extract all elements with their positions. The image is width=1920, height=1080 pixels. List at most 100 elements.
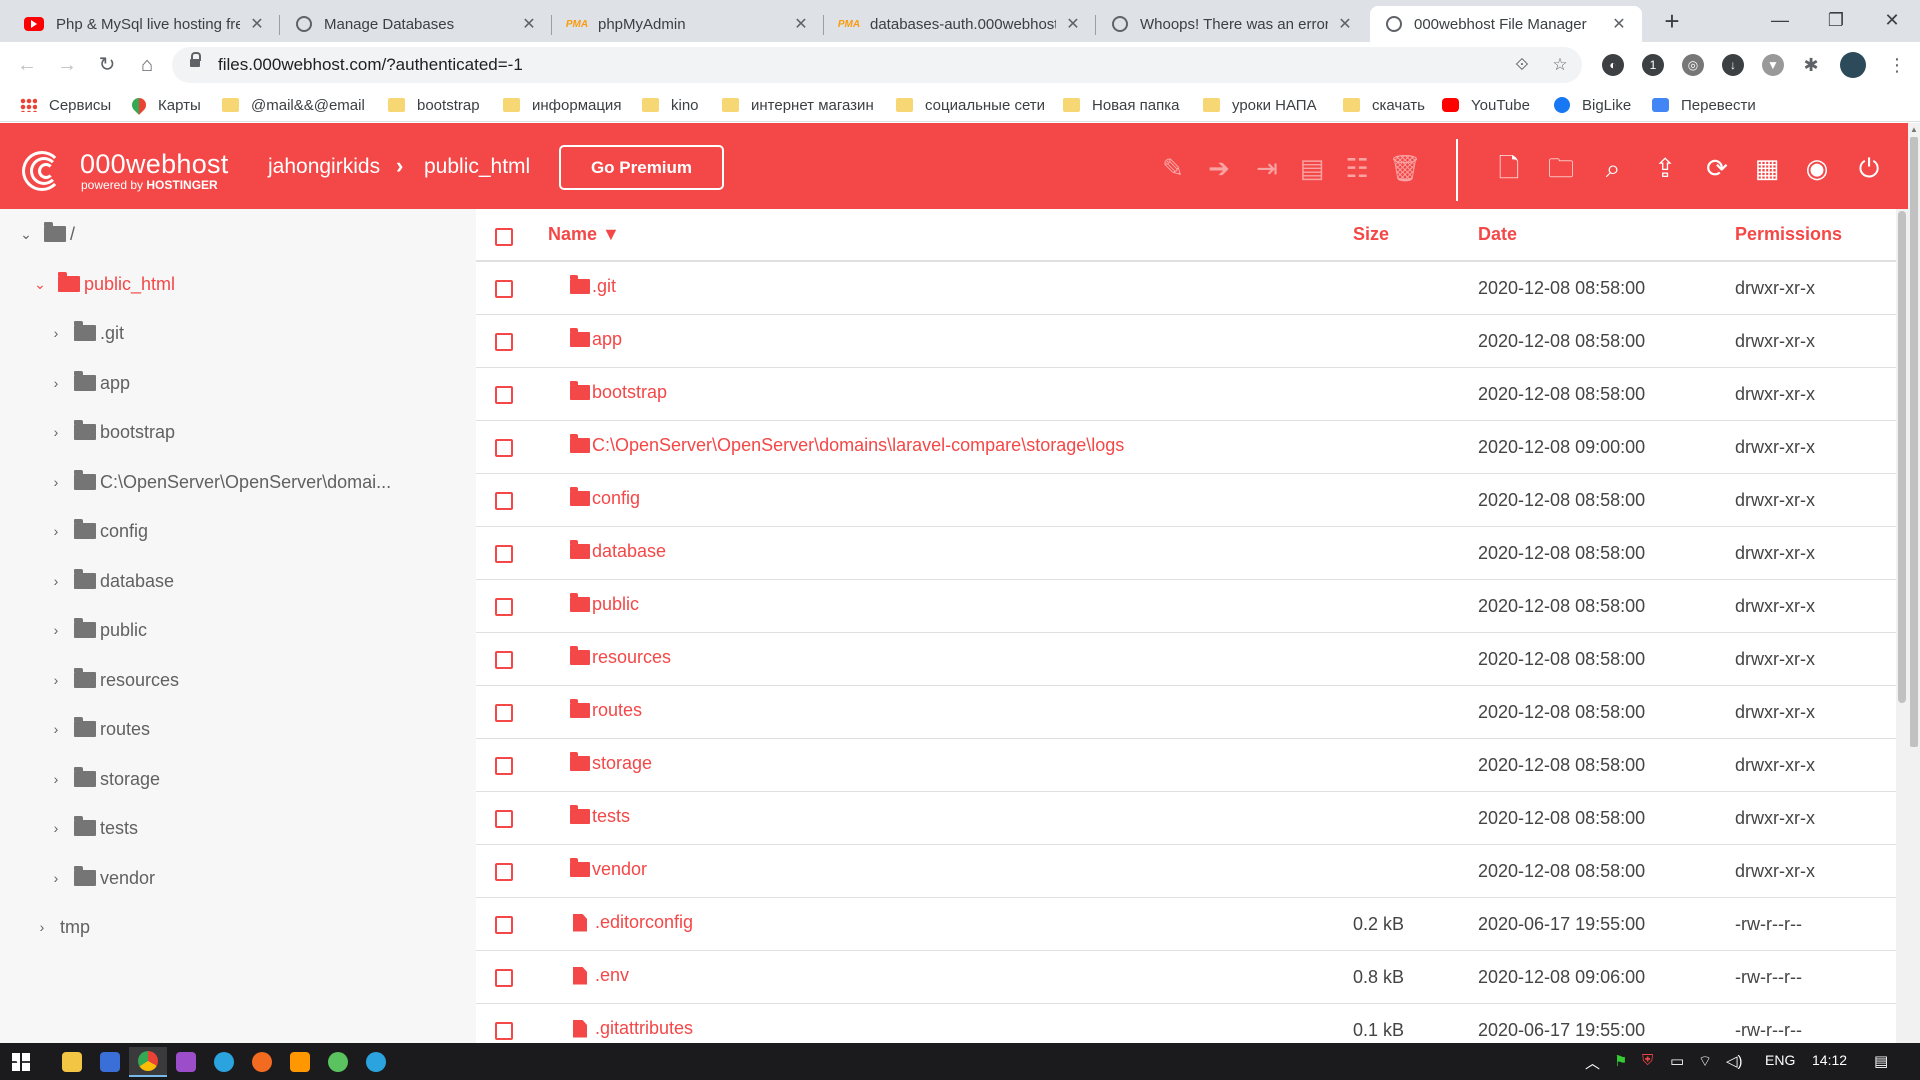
browser-tab[interactable]: PMA phpMyAdmin ✕ bbox=[552, 6, 824, 42]
chevron-right-icon[interactable]: › bbox=[46, 622, 66, 638]
file-name-cell[interactable]: routes bbox=[570, 699, 642, 721]
chevron-right-icon[interactable]: › bbox=[46, 573, 66, 589]
breadcrumb-current[interactable]: public_html bbox=[424, 155, 530, 179]
bookmark-item[interactable]: информация bbox=[503, 95, 621, 115]
row-checkbox[interactable] bbox=[495, 492, 513, 510]
extension-icon[interactable]: ◎ bbox=[1682, 54, 1704, 76]
new-tab-button[interactable]: + bbox=[1656, 6, 1688, 38]
lock-icon[interactable] bbox=[190, 52, 201, 69]
table-row[interactable]: tests 2020-12-08 08:58:00 drwxr-xr-x bbox=[476, 792, 1896, 845]
select-all-checkbox[interactable] bbox=[495, 228, 513, 246]
column-size-header[interactable]: Size bbox=[1353, 224, 1389, 245]
page-scrollbar[interactable]: ▲ bbox=[1908, 123, 1920, 1043]
archive-icon[interactable]: ▤ bbox=[1295, 151, 1329, 185]
battery-icon[interactable]: ▭ bbox=[1670, 1052, 1684, 1070]
tree-item[interactable]: › C:\OpenServer\OpenServer\domai... bbox=[46, 468, 391, 496]
table-row[interactable]: resources 2020-12-08 08:58:00 drwxr-xr-x bbox=[476, 633, 1896, 686]
file-name-cell[interactable]: .gitattributes bbox=[570, 1018, 693, 1039]
tree-item[interactable]: › database bbox=[46, 567, 174, 595]
row-checkbox[interactable] bbox=[495, 651, 513, 669]
tree-item[interactable]: › public bbox=[46, 616, 147, 644]
taskbar-sublime[interactable] bbox=[281, 1047, 319, 1077]
address-bar[interactable]: files.000webhost.com/?authenticated=-1 ⟐… bbox=[172, 47, 1582, 83]
refresh-icon[interactable]: ⟳ bbox=[1700, 151, 1734, 185]
breadcrumb-account[interactable]: jahongirkids bbox=[268, 155, 380, 179]
row-checkbox[interactable] bbox=[495, 545, 513, 563]
bookmark-item[interactable]: социальные сети bbox=[896, 95, 1045, 115]
minimize-button[interactable]: — bbox=[1752, 0, 1808, 42]
globe-icon[interactable]: ◉ bbox=[1800, 151, 1834, 185]
browser-tab[interactable]: Manage Databases ✕ bbox=[280, 6, 552, 42]
table-row[interactable]: config 2020-12-08 08:58:00 drwxr-xr-x bbox=[476, 474, 1896, 527]
table-row[interactable]: C:\OpenServer\OpenServer\domains\laravel… bbox=[476, 421, 1896, 474]
new-folder-icon[interactable]: 🗀 bbox=[1544, 151, 1578, 185]
bookmark-item[interactable]: bootstrap bbox=[388, 95, 480, 115]
bookmark-item[interactable]: скачать bbox=[1343, 95, 1425, 115]
maximize-button[interactable]: ❐ bbox=[1808, 0, 1864, 42]
tree-item[interactable]: › vendor bbox=[46, 864, 155, 892]
file-name-cell[interactable]: storage bbox=[570, 752, 652, 774]
browser-tab[interactable]: Whoops! There was an error. ✕ bbox=[1096, 6, 1368, 42]
table-row[interactable]: public 2020-12-08 08:58:00 drwxr-xr-x bbox=[476, 580, 1896, 633]
close-icon[interactable]: ✕ bbox=[1064, 14, 1082, 34]
table-row[interactable]: app 2020-12-08 08:58:00 drwxr-xr-x bbox=[476, 315, 1896, 368]
taskbar-app[interactable] bbox=[319, 1047, 357, 1077]
table-row[interactable]: bootstrap 2020-12-08 08:58:00 drwxr-xr-x bbox=[476, 368, 1896, 421]
chevron-down-icon[interactable]: ⌄ bbox=[30, 276, 50, 293]
file-name-cell[interactable]: .editorconfig bbox=[570, 912, 693, 933]
back-button[interactable]: ← bbox=[12, 50, 42, 80]
bookmark-item[interactable]: уроки НАПА bbox=[1203, 95, 1317, 115]
table-row[interactable]: .env 0.8 kB 2020-12-08 09:06:00 -rw-r--r-- bbox=[476, 951, 1896, 1004]
taskbar-telegram[interactable] bbox=[357, 1047, 395, 1077]
row-checkbox[interactable] bbox=[495, 757, 513, 775]
tree-item[interactable]: › config bbox=[46, 517, 148, 545]
menu-kebab-icon[interactable]: ⋮ bbox=[1882, 50, 1912, 80]
chevron-right-icon[interactable]: › bbox=[46, 523, 66, 539]
row-checkbox[interactable] bbox=[495, 333, 513, 351]
go-premium-button[interactable]: Go Premium bbox=[559, 145, 724, 190]
new-file-icon[interactable]: 🗋 bbox=[1492, 151, 1526, 185]
star-icon[interactable]: ☆ bbox=[1550, 55, 1570, 75]
chevron-right-icon[interactable]: › bbox=[46, 424, 66, 440]
bookmark-item[interactable]: @mail&&@email bbox=[222, 95, 365, 115]
browser-tab[interactable]: PMA databases-auth.000webhost... ✕ bbox=[824, 6, 1096, 42]
row-checkbox[interactable] bbox=[495, 598, 513, 616]
search-icon[interactable]: ⌕ bbox=[1596, 151, 1630, 185]
file-name-cell[interactable]: C:\OpenServer\OpenServer\domains\laravel… bbox=[570, 434, 1124, 456]
table-row[interactable]: .git 2020-12-08 08:58:00 drwxr-xr-x bbox=[476, 262, 1896, 315]
delete-icon[interactable]: 🗑 bbox=[1388, 151, 1422, 185]
rename-icon[interactable]: ✎ bbox=[1156, 151, 1190, 185]
forward-button[interactable]: → bbox=[52, 50, 82, 80]
taskbar-phpstorm[interactable] bbox=[167, 1047, 205, 1077]
language-indicator[interactable]: ENG bbox=[1765, 1052, 1795, 1068]
bookmark-item[interactable]: Перевести bbox=[1652, 95, 1756, 115]
scrollbar-thumb[interactable] bbox=[1910, 137, 1918, 747]
close-icon[interactable]: ✕ bbox=[1610, 14, 1628, 34]
file-name-cell[interactable]: bootstrap bbox=[570, 381, 667, 403]
tree-item[interactable]: › bootstrap bbox=[46, 418, 175, 446]
row-checkbox[interactable] bbox=[495, 969, 513, 987]
clock[interactable]: 14:12 bbox=[1812, 1052, 1847, 1068]
volume-icon[interactable]: ◁) bbox=[1726, 1052, 1743, 1070]
bookmark-item[interactable]: BigLike bbox=[1554, 95, 1631, 115]
shield-icon[interactable]: ⛨ bbox=[1642, 1052, 1653, 1069]
translate-icon[interactable]: ⟐ bbox=[1512, 55, 1532, 75]
file-name-cell[interactable]: resources bbox=[570, 646, 671, 668]
taskbar-chrome[interactable] bbox=[129, 1047, 167, 1077]
row-checkbox[interactable] bbox=[495, 704, 513, 722]
chevron-right-icon[interactable]: › bbox=[46, 375, 66, 391]
browser-tab-active[interactable]: 000webhost File Manager ✕ bbox=[1370, 6, 1642, 42]
file-name-cell[interactable]: database bbox=[570, 540, 666, 562]
tree-item[interactable]: › .git bbox=[46, 319, 124, 347]
tree-item[interactable]: › storage bbox=[46, 765, 160, 793]
tree-item[interactable]: › routes bbox=[46, 715, 150, 743]
extension-icon[interactable]: 1 bbox=[1642, 54, 1664, 76]
download-icon[interactable]: ↓ bbox=[1722, 54, 1744, 76]
start-button[interactable] bbox=[2, 1047, 40, 1077]
file-name-cell[interactable]: .env bbox=[570, 965, 629, 986]
file-list-scrollbar[interactable] bbox=[1896, 209, 1908, 1043]
move-icon[interactable]: ➔ bbox=[1202, 151, 1236, 185]
chevron-right-icon[interactable]: › bbox=[46, 474, 66, 490]
chevron-right-icon[interactable]: › bbox=[46, 820, 66, 836]
tree-item[interactable]: › tests bbox=[46, 814, 138, 842]
